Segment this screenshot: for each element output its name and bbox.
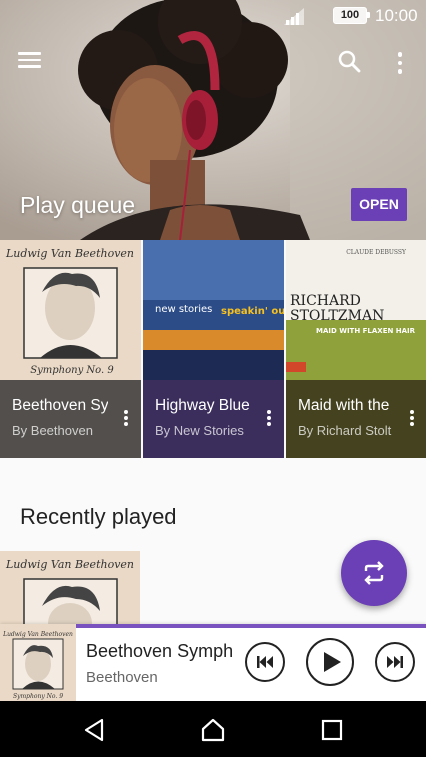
play-queue-title: Play queue bbox=[20, 192, 136, 218]
card-artist: By Beethoven bbox=[12, 423, 93, 438]
card-more-icon[interactable] bbox=[121, 408, 131, 430]
status-time: 10:00 bbox=[375, 6, 418, 25]
recents-icon[interactable] bbox=[319, 717, 345, 743]
card-more-icon[interactable] bbox=[264, 408, 274, 430]
system-nav-bar bbox=[0, 701, 426, 757]
queue-carousel: Ludwig Van Beethoven Symphony No. 9 Beet… bbox=[0, 240, 426, 458]
skip-previous-icon bbox=[257, 656, 273, 668]
repeat-icon bbox=[364, 561, 384, 585]
album-art-text: Ludwig Van Beethoven bbox=[5, 247, 134, 260]
now-playing-title: Beethoven Symph bbox=[86, 641, 234, 661]
more-options-icon[interactable] bbox=[388, 48, 412, 76]
card-title: Beethoven Sy bbox=[12, 397, 108, 414]
card-title: Highway Blue bbox=[155, 397, 250, 414]
open-button[interactable]: OPEN bbox=[351, 188, 407, 221]
card-info: Highway Blue By New Stories bbox=[143, 380, 284, 458]
album-art: Ludwig Van Beethoven Symphony No. 9 bbox=[0, 240, 141, 380]
home-icon[interactable] bbox=[200, 717, 226, 743]
card-more-icon[interactable] bbox=[407, 408, 417, 430]
album-art: CLAUDE DEBUSSY RICHARD STOLTZMAN MAID WI… bbox=[286, 240, 426, 380]
now-playing-art: Ludwig Van Beethoven Symphony No. 9 bbox=[0, 624, 76, 701]
menu-icon[interactable] bbox=[18, 48, 48, 76]
signal-icon bbox=[284, 8, 304, 25]
album-art-text: new stories bbox=[155, 304, 212, 315]
card-artist: By Richard Stolt bbox=[298, 423, 392, 438]
previous-button[interactable] bbox=[245, 642, 285, 682]
recently-played-heading: Recently played bbox=[20, 504, 177, 529]
album-art-text: Ludwig Van Beethoven bbox=[5, 558, 134, 571]
album-art-text: Ludwig Van Beethoven bbox=[2, 631, 73, 638]
search-icon[interactable] bbox=[336, 48, 364, 76]
queue-card[interactable]: new stories speakin' out Highway Blue By… bbox=[143, 240, 284, 458]
album-art-text: Symphony No. 9 bbox=[30, 365, 114, 376]
album-art-text: STOLTZMAN bbox=[290, 308, 384, 324]
album-art-text: Symphony No. 9 bbox=[13, 693, 63, 700]
battery-icon: 100 bbox=[333, 7, 370, 24]
shuffle-fab[interactable] bbox=[341, 540, 407, 606]
play-queue-hero[interactable]: 100 10:00 Play queue OPEN bbox=[0, 0, 426, 240]
back-icon[interactable] bbox=[82, 717, 108, 743]
album-art-text: CLAUDE DEBUSSY bbox=[346, 249, 407, 256]
top-app-bar bbox=[0, 44, 426, 80]
skip-next-icon bbox=[387, 656, 403, 668]
status-bar: 100 10:00 bbox=[0, 0, 426, 32]
album-art-text: MAID WITH FLAXEN HAIR bbox=[316, 327, 416, 335]
play-button[interactable] bbox=[306, 638, 354, 686]
card-info: Maid with the By Richard Stolt bbox=[286, 380, 426, 458]
card-artist: By New Stories bbox=[155, 423, 244, 438]
play-icon bbox=[324, 652, 341, 672]
recent-album-art[interactable]: Ludwig Van Beethoven bbox=[0, 551, 140, 631]
card-info: Beethoven Sy By Beethoven bbox=[0, 380, 141, 458]
now-playing-artist: Beethoven bbox=[86, 669, 158, 686]
queue-card[interactable]: Ludwig Van Beethoven Symphony No. 9 Beet… bbox=[0, 240, 141, 458]
mini-player[interactable]: Ludwig Van Beethoven Symphony No. 9 Beet… bbox=[0, 624, 426, 701]
next-button[interactable] bbox=[375, 642, 415, 682]
queue-card[interactable]: CLAUDE DEBUSSY RICHARD STOLTZMAN MAID WI… bbox=[286, 240, 426, 458]
album-art: new stories speakin' out bbox=[143, 240, 284, 380]
album-art-text: speakin' out bbox=[221, 306, 284, 317]
card-title: Maid with the bbox=[298, 397, 390, 414]
album-art-text: RICHARD bbox=[290, 293, 361, 309]
